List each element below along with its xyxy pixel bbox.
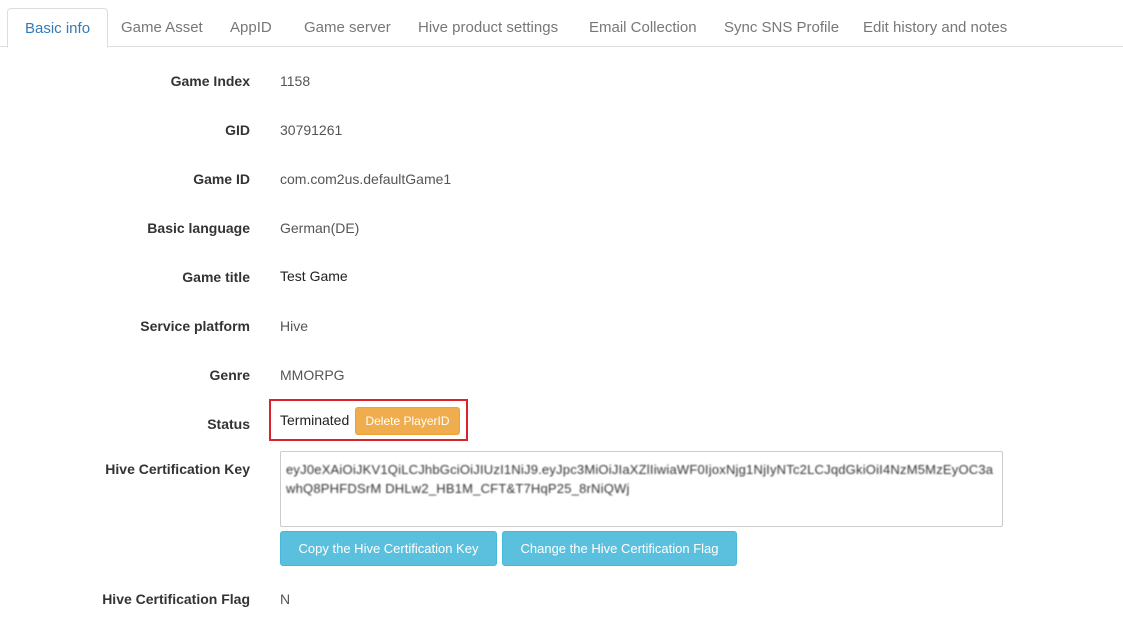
basic-language-label: Basic language <box>147 220 250 236</box>
tab-game-server[interactable]: Game server <box>287 8 408 48</box>
tab-email-collection[interactable]: Email Collection <box>572 8 714 48</box>
gid-value: 30791261 <box>280 122 343 138</box>
service-platform-label: Service platform <box>140 318 250 334</box>
genre-label: Genre <box>209 367 250 383</box>
game-id-value: com.com2us.defaultGame1 <box>280 171 452 187</box>
cert-key-textarea[interactable]: eyJ0eXAiOiJKV1QiLCJhbGciOiJIUzI1NiJ9.eyJ… <box>280 451 1003 527</box>
game-index-label: Game Index <box>170 73 250 89</box>
gid-label: GID <box>225 122 250 138</box>
cert-flag-value: N <box>280 591 291 607</box>
service-platform-value: Hive <box>280 318 309 334</box>
genre-value: MMORPG <box>280 367 345 383</box>
status-label: Status <box>207 416 250 432</box>
tab-basic-info[interactable]: Basic info <box>7 8 109 48</box>
tab-hive-product-settings[interactable]: Hive product settings <box>401 8 575 48</box>
delete-playerid-button[interactable]: Delete PlayerID <box>355 407 460 435</box>
tab-bar: Basic info Game Asset AppID Game server … <box>0 0 1123 48</box>
game-title-value: Test Game <box>280 268 348 284</box>
tab-sync-sns-profile[interactable]: Sync SNS Profile <box>707 8 856 48</box>
change-cert-flag-button[interactable]: Change the Hive Certification Flag <box>502 531 737 566</box>
cert-flag-label: Hive Certification Flag <box>102 591 250 607</box>
tab-game-asset[interactable]: Game Asset <box>104 8 220 48</box>
status-value: Terminated <box>280 412 350 428</box>
basic-language-value: German(DE) <box>280 220 360 236</box>
cert-key-text: eyJ0eXAiOiJKV1QiLCJhbGciOiJIUzI1NiJ9.eyJ… <box>286 462 994 496</box>
tab-appid[interactable]: AppID <box>213 8 289 48</box>
copy-cert-key-button[interactable]: Copy the Hive Certification Key <box>280 531 497 566</box>
game-id-label: Game ID <box>193 171 250 187</box>
cert-key-label: Hive Certification Key <box>105 461 250 477</box>
tab-edit-history-notes[interactable]: Edit history and notes <box>846 8 1024 48</box>
game-title-label: Game title <box>182 269 250 285</box>
game-index-value: 1158 <box>280 73 311 89</box>
